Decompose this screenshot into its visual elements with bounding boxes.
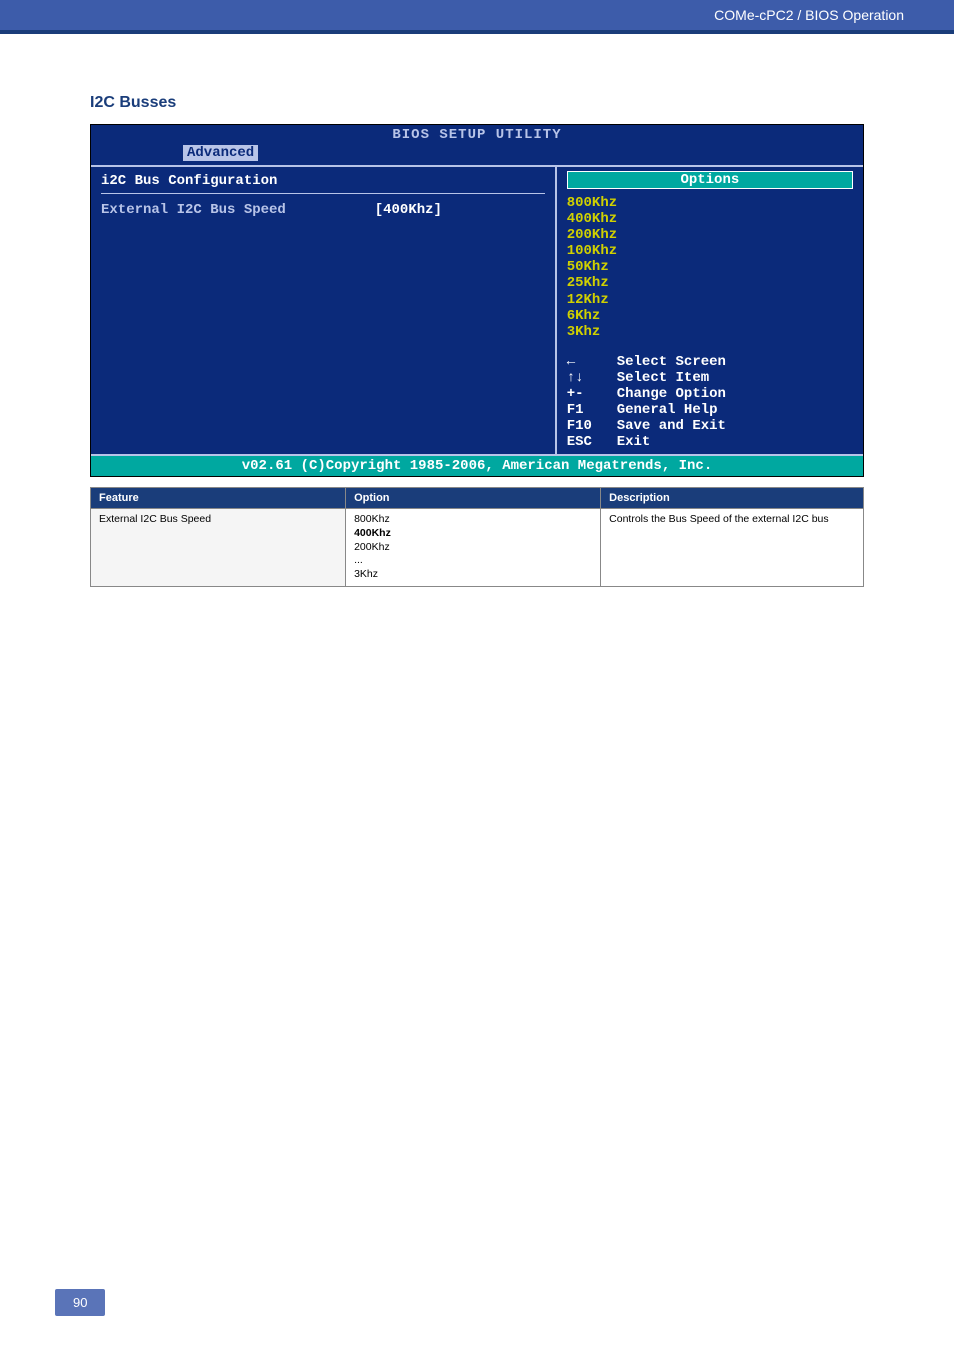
bios-options-header: Options [567, 171, 853, 189]
bios-help-text: Select Screen [617, 354, 726, 370]
bios-left-panel: i2C Bus Configuration External I2C Bus S… [91, 167, 557, 454]
table-cell-option: 800Khz400Khz200Khz...3Khz [346, 509, 601, 586]
bios-tab-advanced[interactable]: Advanced [183, 145, 258, 161]
bios-right-panel: Options 800Khz 400Khz 200Khz 100Khz 50Kh… [557, 167, 863, 454]
bios-help-key: F1 [567, 402, 617, 418]
bios-help-key: ESC [567, 434, 617, 450]
bios-help-row: +- Change Option [567, 386, 853, 402]
bios-help-text: General Help [617, 402, 718, 418]
bios-help-key: ← [567, 354, 617, 370]
table-header-row: Feature Option Description [91, 488, 864, 509]
page-number: 90 [55, 1289, 105, 1316]
bios-help-row: ↑↓ Select Item [567, 370, 853, 386]
table-row: External I2C Bus Speed 800Khz400Khz200Kh… [91, 509, 864, 586]
page-content: I2C Busses BIOS SETUP UTILITY Advanced i… [0, 34, 954, 587]
table-cell-description: Controls the Bus Speed of the external I… [601, 509, 864, 586]
bios-help-text: Exit [617, 434, 651, 450]
bios-help: ← Select Screen ↑↓ Select Item +- Change… [567, 354, 853, 451]
bios-option[interactable]: 12Khz [567, 292, 853, 308]
bios-help-key: +- [567, 386, 617, 402]
bios-option[interactable]: 100Khz [567, 243, 853, 259]
bios-help-text: Save and Exit [617, 418, 726, 434]
table-cell-feature: External I2C Bus Speed [91, 509, 346, 586]
bios-left-title: i2C Bus Configuration [101, 173, 545, 189]
bios-option[interactable]: 800Khz [567, 195, 853, 211]
bios-help-row: F1 General Help [567, 402, 853, 418]
bios-setting-label: External I2C Bus Speed [101, 202, 375, 218]
bios-option[interactable]: 25Khz [567, 275, 853, 291]
bios-option[interactable]: 200Khz [567, 227, 853, 243]
bios-help-key: ↑↓ [567, 370, 617, 386]
bios-option[interactable]: 400Khz [567, 211, 853, 227]
feature-table: Feature Option Description External I2C … [90, 487, 864, 586]
header-doc-title: COMe-cPC2 / BIOS Operation [714, 7, 904, 23]
bios-help-text: Change Option [617, 386, 726, 402]
bios-divider [101, 193, 545, 194]
document-header: COMe-cPC2 / BIOS Operation [0, 0, 954, 34]
bios-setting-value: [400Khz] [375, 202, 545, 218]
bios-footer: v02.61 (C)Copyright 1985-2006, American … [91, 454, 863, 476]
table-header-description: Description [601, 488, 864, 509]
bios-tabs: Advanced [91, 145, 863, 165]
bios-options-list: 800Khz 400Khz 200Khz 100Khz 50Khz 25Khz … [567, 195, 853, 340]
bios-option[interactable]: 50Khz [567, 259, 853, 275]
bios-setting-row[interactable]: External I2C Bus Speed [400Khz] [101, 202, 545, 218]
bios-screenshot: BIOS SETUP UTILITY Advanced i2C Bus Conf… [90, 124, 864, 477]
bios-help-key: F10 [567, 418, 617, 434]
bios-option[interactable]: 3Khz [567, 324, 853, 340]
bios-help-row: F10 Save and Exit [567, 418, 853, 434]
bios-help-row: ESC Exit [567, 434, 853, 450]
bios-body: i2C Bus Configuration External I2C Bus S… [91, 165, 863, 454]
bios-help-row: ← Select Screen [567, 354, 853, 370]
table-header-option: Option [346, 488, 601, 509]
bios-title: BIOS SETUP UTILITY [91, 125, 863, 145]
table-header-feature: Feature [91, 488, 346, 509]
table-body: External I2C Bus Speed 800Khz400Khz200Kh… [91, 509, 864, 586]
bios-option[interactable]: 6Khz [567, 308, 853, 324]
section-title: I2C Busses [90, 94, 864, 112]
bios-help-text: Select Item [617, 370, 709, 386]
